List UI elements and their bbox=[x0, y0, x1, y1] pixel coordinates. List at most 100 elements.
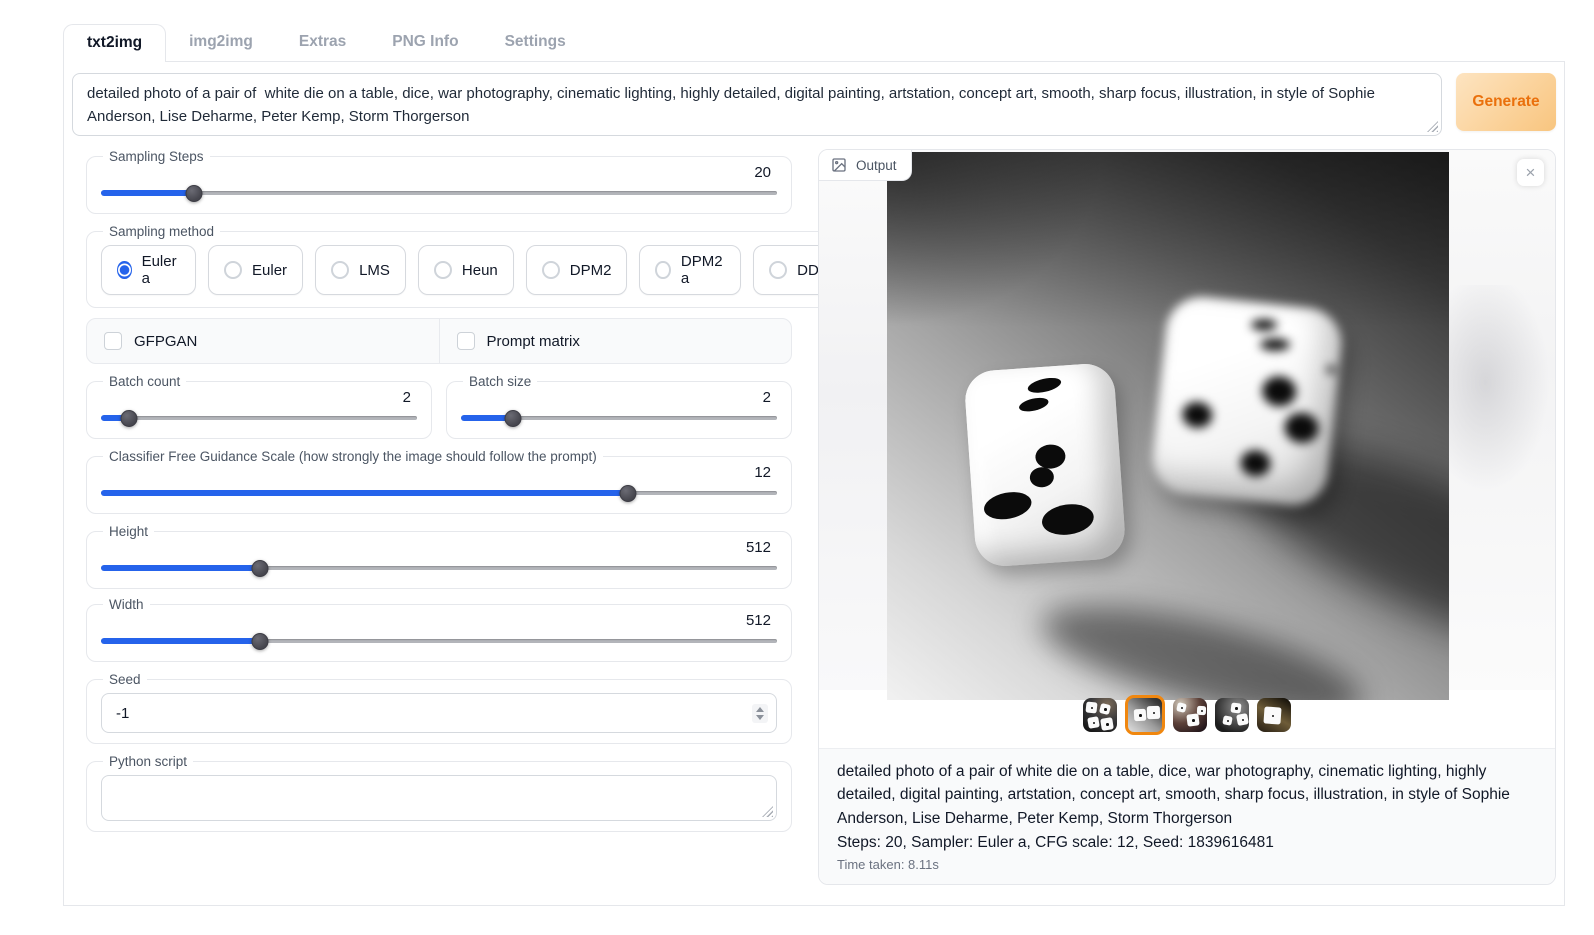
tab-txt2img[interactable]: txt2img bbox=[63, 24, 166, 62]
display-left-margin bbox=[819, 150, 887, 690]
prompt-matrix-label: Prompt matrix bbox=[487, 333, 580, 350]
python-script-group: Python script bbox=[86, 754, 792, 832]
options-group: GFPGAN Prompt matrix bbox=[86, 318, 792, 364]
width-value: 512 bbox=[101, 612, 777, 629]
focused-die bbox=[963, 362, 1126, 568]
radio-option-label: DPM2 bbox=[570, 262, 612, 279]
caption-params-text: Steps: 20, Sampler: Euler a, CFG scale: … bbox=[837, 831, 1537, 854]
radio-option-heun[interactable]: Heun bbox=[418, 245, 514, 295]
output-caption: detailed photo of a pair of white die on… bbox=[819, 748, 1555, 884]
gallery-thumbnail-3[interactable] bbox=[1173, 698, 1207, 732]
slider-handle[interactable] bbox=[121, 410, 138, 427]
cfg-scale-label: Classifier Free Guidance Scale (how stro… bbox=[103, 449, 603, 464]
caption-time-taken: Time taken: 8.11s bbox=[837, 857, 1537, 872]
batch-count-group: Batch count 2 bbox=[86, 374, 432, 439]
cfg-scale-slider[interactable] bbox=[101, 483, 777, 503]
seed-group: Seed -1 bbox=[86, 672, 792, 744]
radio-unselected-icon[interactable] bbox=[331, 261, 349, 279]
width-slider[interactable] bbox=[101, 631, 777, 651]
batch-size-label: Batch size bbox=[463, 374, 537, 389]
cfg-scale-group: Classifier Free Guidance Scale (how stro… bbox=[86, 449, 792, 514]
radio-unselected-icon[interactable] bbox=[434, 261, 452, 279]
sampling-steps-value: 20 bbox=[101, 164, 777, 181]
radio-unselected-icon[interactable] bbox=[769, 261, 787, 279]
output-card: Output × detailed photo of a pair of whi… bbox=[818, 149, 1556, 885]
slider-handle[interactable] bbox=[620, 485, 637, 502]
slider-handle[interactable] bbox=[505, 410, 522, 427]
slider-track bbox=[101, 416, 417, 420]
tab-bar: txt2img img2img Extras PNG Info Settings bbox=[63, 24, 589, 61]
prompt-row: detailed photo of a pair of white die on… bbox=[72, 73, 1556, 136]
tab-settings[interactable]: Settings bbox=[482, 24, 589, 61]
slider-handle[interactable] bbox=[185, 185, 202, 202]
app-root: txt2img img2img Extras PNG Info Settings… bbox=[0, 0, 1594, 935]
radio-unselected-icon[interactable] bbox=[224, 261, 242, 279]
radio-option-label: LMS bbox=[359, 262, 390, 279]
width-group: Width 512 bbox=[86, 597, 792, 662]
seed-stepper[interactable] bbox=[752, 704, 768, 723]
slider-handle[interactable] bbox=[251, 560, 268, 577]
radio-option-label: Euler bbox=[252, 262, 287, 279]
radio-option-lms[interactable]: LMS bbox=[315, 245, 406, 295]
radio-option-dpm2[interactable]: DPM2 bbox=[526, 245, 628, 295]
slider-fill bbox=[101, 490, 628, 496]
gallery-thumbnail-1[interactable] bbox=[1083, 698, 1117, 732]
prompt-box: detailed photo of a pair of white die on… bbox=[72, 73, 1442, 136]
seed-value[interactable]: -1 bbox=[116, 705, 129, 722]
gfpgan-label: GFPGAN bbox=[134, 333, 197, 350]
batch-size-slider[interactable] bbox=[461, 408, 777, 428]
python-script-input[interactable] bbox=[101, 775, 777, 821]
radio-option-euler-a[interactable]: Euler a bbox=[101, 245, 196, 295]
radio-option-label: DPM2 a bbox=[681, 253, 725, 287]
batch-count-label: Batch count bbox=[103, 374, 186, 389]
slider-track bbox=[101, 191, 777, 195]
stepper-up-icon[interactable] bbox=[756, 707, 764, 712]
sampling-steps-slider[interactable] bbox=[101, 183, 777, 203]
radio-unselected-icon[interactable] bbox=[655, 261, 670, 279]
output-header-chip: Output bbox=[819, 150, 912, 181]
width-label: Width bbox=[103, 597, 150, 612]
batch-size-value: 2 bbox=[461, 389, 777, 406]
output-column: Output × detailed photo of a pair of whi… bbox=[818, 149, 1556, 885]
close-icon[interactable]: × bbox=[1517, 159, 1544, 186]
prompt-input[interactable]: detailed photo of a pair of white die on… bbox=[73, 74, 1441, 130]
stepper-down-icon[interactable] bbox=[756, 715, 764, 720]
gfpgan-option[interactable]: GFPGAN bbox=[87, 319, 439, 363]
slider-handle[interactable] bbox=[251, 633, 268, 650]
radio-option-label: Euler a bbox=[142, 253, 180, 287]
output-image-display: Output × bbox=[819, 150, 1555, 690]
sampling-steps-group: Sampling Steps 20 bbox=[86, 149, 792, 214]
batch-count-value: 2 bbox=[101, 389, 417, 406]
python-script-label: Python script bbox=[103, 754, 193, 769]
batch-count-slider[interactable] bbox=[101, 408, 417, 428]
seed-input-wrap: -1 bbox=[101, 693, 777, 733]
tab-img2img[interactable]: img2img bbox=[166, 24, 276, 61]
height-slider[interactable] bbox=[101, 558, 777, 578]
slider-fill bbox=[101, 565, 260, 571]
radio-option-label: Heun bbox=[462, 262, 498, 279]
prompt-matrix-option[interactable]: Prompt matrix bbox=[440, 319, 792, 363]
image-icon bbox=[831, 157, 847, 173]
gallery-thumbnail-4[interactable] bbox=[1215, 698, 1249, 732]
generate-button[interactable]: Generate bbox=[1456, 73, 1556, 131]
height-label: Height bbox=[103, 524, 154, 539]
seed-label: Seed bbox=[103, 672, 147, 687]
blurred-die bbox=[1149, 293, 1345, 508]
radio-option-dpm2-a[interactable]: DPM2 a bbox=[639, 245, 741, 295]
sampling-steps-label: Sampling Steps bbox=[103, 149, 210, 164]
settings-column: Sampling Steps 20 Sampling method Euler … bbox=[86, 149, 792, 885]
display-right-margin bbox=[1448, 150, 1555, 690]
gfpgan-checkbox[interactable] bbox=[104, 332, 122, 350]
radio-unselected-icon[interactable] bbox=[542, 261, 560, 279]
radio-selected-icon[interactable] bbox=[117, 261, 132, 279]
gallery-thumbnail-5[interactable] bbox=[1257, 698, 1291, 732]
txt2img-panel: detailed photo of a pair of white die on… bbox=[63, 61, 1565, 906]
tab-png-info[interactable]: PNG Info bbox=[369, 24, 481, 61]
sampling-method-label: Sampling method bbox=[103, 224, 220, 239]
radio-option-euler[interactable]: Euler bbox=[208, 245, 303, 295]
gallery-thumbnail-2-selected[interactable] bbox=[1125, 695, 1165, 735]
cfg-scale-value: 12 bbox=[101, 464, 777, 481]
tab-extras[interactable]: Extras bbox=[276, 24, 369, 61]
prompt-matrix-checkbox[interactable] bbox=[457, 332, 475, 350]
generated-image[interactable] bbox=[887, 152, 1449, 700]
